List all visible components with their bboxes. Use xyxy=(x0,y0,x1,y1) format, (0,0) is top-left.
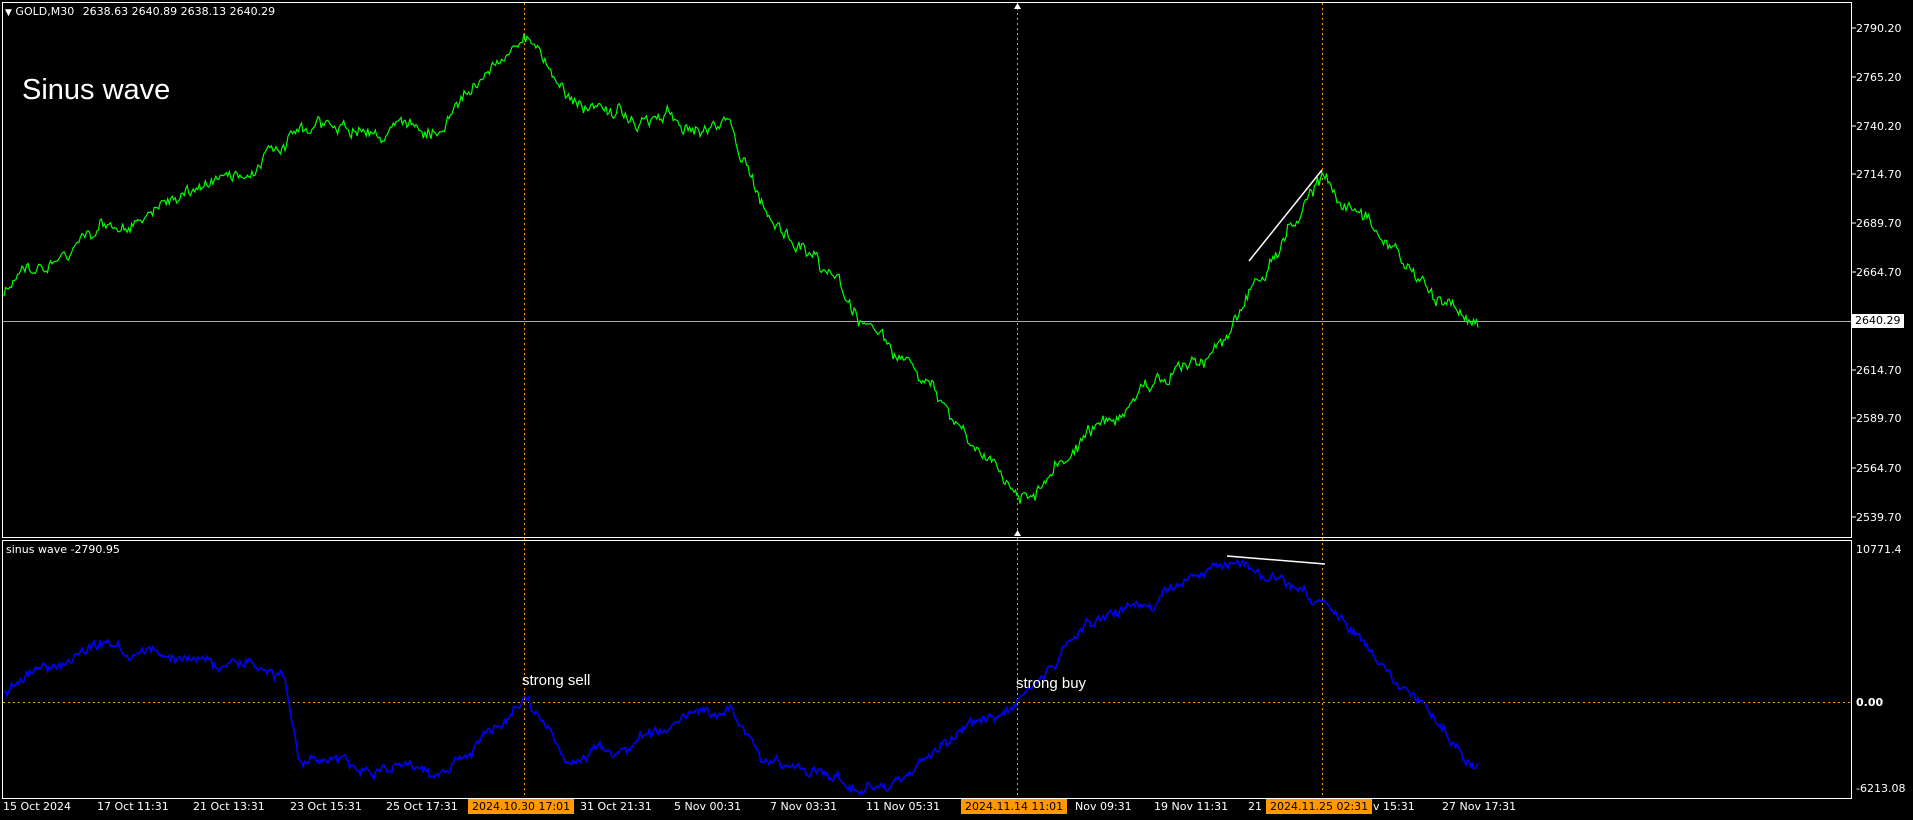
time-axis-label: 15 Oct 2024 xyxy=(3,800,72,813)
strong-sell-label: strong sell xyxy=(522,672,591,689)
bottom-arrow-icon xyxy=(1014,530,1021,536)
ohlc-values: 2638.63 2640.89 2638.13 2640.29 xyxy=(82,5,276,18)
indicator-tick-label: 10771.4 xyxy=(1856,543,1902,556)
triangle-down-icon[interactable]: ▼ xyxy=(5,8,12,18)
top-arrow-icon xyxy=(1014,3,1021,9)
symbol-label: GOLD,M30 xyxy=(15,5,75,18)
time-axis-label: v 15:31 xyxy=(1373,800,1415,813)
overlay-title: Sinus wave xyxy=(22,74,171,106)
indicator-tick-label: 0.00 xyxy=(1856,696,1883,709)
price-panel-frame xyxy=(2,2,1852,538)
price-tick-label: 2714.70 xyxy=(1856,168,1902,181)
price-tick-label: 2589.70 xyxy=(1856,412,1902,425)
time-axis-label: 19 Nov 11:31 xyxy=(1154,800,1229,813)
price-tick-label: 2790.20 xyxy=(1856,22,1902,35)
time-axis-highlight: 2024.11.25 02:31 xyxy=(1266,799,1373,814)
price-tick-label: 2740.20 xyxy=(1856,120,1902,133)
time-axis-highlight: 2024.10.30 17:01 xyxy=(468,799,575,814)
price-trendline[interactable] xyxy=(1248,169,1323,262)
time-axis-highlight: 2024.11.14 11:01 xyxy=(961,799,1068,814)
time-axis-label: 21 xyxy=(1248,800,1262,813)
chart-canvas: 2790.20 2765.20 2740.20 2714.70 2689.70 2664.… xyxy=(2,2,1905,799)
time-axis-label: 27 Nov 17:31 xyxy=(1442,800,1517,813)
price-axis: 2790.20 2765.20 2740.20 2714.70 2689.70 2664.… xyxy=(1851,22,1902,524)
time-axis-label: 17 Oct 11:31 xyxy=(97,800,169,813)
chart-header: ▼ GOLD,M30 2638.63 2640.89 2638.13 2640.… xyxy=(5,5,275,18)
indicator-axis: 10771.4 0.00 -6213.08 xyxy=(1856,543,1905,795)
indicator-tick-label: -6213.08 xyxy=(1856,782,1905,795)
time-axis-label: 25 Oct 17:31 xyxy=(386,800,458,813)
time-axis-label: 23 Oct 15:31 xyxy=(290,800,362,813)
time-axis-label: 31 Oct 21:31 xyxy=(580,800,652,813)
price-tick-label: 2614.70 xyxy=(1856,364,1902,377)
time-axis-label: Nov 09:31 xyxy=(1075,800,1132,813)
indicator-label: sinus wave -2790.95 xyxy=(6,543,120,556)
price-tick-label: 2765.20 xyxy=(1856,71,1902,84)
price-tick-label: 2564.70 xyxy=(1856,462,1902,475)
strong-buy-label: strong buy xyxy=(1016,675,1087,692)
current-price-tag: 2640.29 xyxy=(1852,314,1904,328)
price-tick-label: 2689.70 xyxy=(1856,217,1902,230)
time-axis-label: 21 Oct 13:31 xyxy=(193,800,265,813)
price-tick-label: 2664.70 xyxy=(1856,266,1902,279)
time-axis-label: 11 Nov 05:31 xyxy=(866,800,941,813)
time-axis-label: 7 Nov 03:31 xyxy=(770,800,838,813)
time-axis: 15 Oct 2024 17 Oct 11:31 21 Oct 13:31 23 Oc… xyxy=(0,798,1913,820)
indicator-series-line xyxy=(3,558,1479,796)
price-series-line xyxy=(3,33,1479,504)
indicator-panel-frame xyxy=(2,540,1852,799)
time-axis-label: 5 Nov 00:31 xyxy=(674,800,742,813)
price-tick-label: 2539.70 xyxy=(1856,511,1902,524)
